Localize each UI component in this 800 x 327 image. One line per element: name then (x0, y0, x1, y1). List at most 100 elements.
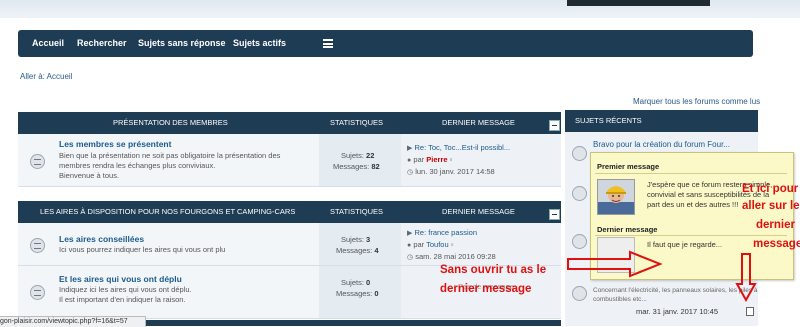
forum-description-line: membres rendra les échanges plus convivi… (59, 161, 216, 170)
topic-read-icon (572, 146, 587, 161)
topics-count: Sujets: 3 (341, 235, 370, 244)
avatar (597, 179, 635, 215)
forum-title[interactable]: Les membres se présentent (59, 139, 171, 149)
annotation-text: Sans ouvrir tu as le (440, 264, 547, 276)
by-label: par (413, 240, 425, 249)
topics-value: 22 (366, 151, 375, 160)
right-arrow-icon (567, 250, 663, 278)
annotation-text: dernier (756, 219, 795, 231)
divider (595, 235, 787, 236)
topics-label: Sujets: (341, 151, 364, 160)
menu-icon[interactable] (323, 39, 333, 48)
first-message-label: Premier message (597, 162, 660, 171)
stats-column-header: STATISTIQUES (330, 118, 384, 127)
down-arrow-icon (735, 253, 757, 302)
stats-cell (319, 223, 401, 265)
by-label: par (413, 155, 425, 164)
main-navbar: Accueil Rechercher Sujets sans réponse S… (18, 30, 753, 57)
stats-cell (319, 134, 401, 186)
last-post-author: ● par Pierre ▫ (407, 155, 452, 164)
forum-title[interactable]: Et les aires qui vous ont déplu (59, 274, 182, 284)
topics-label: Sujets: (341, 278, 364, 287)
messages-label: Messages: (336, 246, 373, 255)
nav-unanswered[interactable]: Sujets sans réponse (138, 30, 226, 57)
recent-topics-title: SUJETS RÉCENTS (575, 116, 642, 125)
post-icon: ▶ (407, 230, 413, 237)
last-post-date: ◷ lun. 30 janv. 2017 14:58 (407, 167, 495, 176)
user-icon: ● (407, 242, 412, 249)
annotation-text: message (753, 238, 800, 250)
annotation-text: Et ici pour (742, 183, 799, 195)
view-last-post-icon[interactable] (746, 307, 754, 316)
topics-value: 0 (366, 278, 371, 287)
messages-value: 4 (374, 246, 379, 255)
forum-row: Les aires conseillées Ici vous pourrez i… (18, 223, 561, 266)
stats-column-header: STATISTIQUES (330, 207, 384, 216)
last-post-title: ▶ Re: france passion (407, 228, 477, 237)
last-post-date-text: sam. 28 mai 2016 09:28 (415, 252, 496, 261)
recent-topic-excerpt: combustibles etc... (593, 296, 647, 303)
clock-icon: ◷ (407, 254, 414, 261)
breadcrumb[interactable]: Aller à: Accueil (20, 72, 72, 81)
last-post-link[interactable]: Re: france passion (414, 228, 477, 237)
messages-value: 82 (371, 162, 380, 171)
last-message-text: Il faut que je regarde... (647, 240, 723, 249)
forum-title[interactable]: Les aires conseillées (59, 234, 144, 244)
last-post-author: ● par Toufou ▫ (407, 240, 453, 249)
last-message-column-header: DERNIER MESSAGE (442, 118, 515, 127)
messages-value: 0 (374, 289, 379, 298)
nav-active-topics[interactable]: Sujets actifs (233, 30, 286, 57)
recent-topics-header: SUJETS RÉCENTS (565, 110, 758, 132)
category-title: LES AIRES À DISPOSITION POUR NOS FOURGON… (40, 207, 296, 216)
first-message-text: part des un et des autres !!! (647, 200, 739, 209)
messages-label: Messages: (336, 289, 373, 298)
category-header: LES AIRES À DISPOSITION POUR NOS FOURGON… (18, 201, 561, 223)
forum-description-line: Ici vous pourrez indiquer les aires qui … (59, 245, 226, 254)
last-message-column-header: DERNIER MESSAGE (442, 207, 515, 216)
messages-label: Messages: (333, 162, 370, 171)
nav-home[interactable]: Accueil (32, 30, 64, 57)
topic-read-icon (572, 286, 587, 301)
collapse-icon[interactable] (549, 120, 560, 131)
annotation-text: dernier message (440, 283, 532, 295)
forum-row: Les membres se présentent Bien que la pr… (18, 134, 561, 187)
topics-label: Sujets: (341, 235, 364, 244)
messages-count: Messages: 0 (336, 289, 379, 298)
forum-read-icon (30, 154, 45, 169)
messages-count: Messages: 82 (333, 162, 380, 171)
collapse-icon[interactable] (549, 209, 560, 220)
forum-read-icon (30, 238, 45, 253)
last-post-title: ▶ Re: Toc, Toc...Est-il possibl... (407, 143, 510, 152)
topics-count: Sujets: 0 (341, 278, 370, 287)
forum-description-line: Bienvenue à tous. (59, 171, 120, 180)
topic-read-icon (572, 186, 587, 201)
forum-description-line: Il est important d'en indiquer la raison… (59, 295, 186, 304)
view-post-icon[interactable]: ▫ (450, 155, 453, 164)
topics-count: Sujets: 22 (341, 151, 374, 160)
divider (595, 173, 787, 174)
browser-status-bar: gon-plaisir.com/viewtopic.php?f=16&t=57 (0, 316, 146, 327)
last-post-date-text: lun. 30 janv. 2017 14:58 (415, 167, 495, 176)
author-link[interactable]: Pierre (426, 155, 447, 164)
mark-all-read-link[interactable]: Marquer tous les forums comme lus (633, 97, 760, 106)
forum-description-line: Bien que la présentation ne soit pas obl… (59, 151, 281, 160)
category-header: PRÉSENTATION DES MEMBRES STATISTIQUES DE… (18, 112, 561, 134)
recent-topic-date: mar. 31 janv. 2017 10:45 (636, 307, 719, 316)
author-link[interactable]: Toufou (426, 240, 449, 249)
nav-search[interactable]: Rechercher (77, 30, 127, 57)
category-title: PRÉSENTATION DES MEMBRES (113, 118, 228, 127)
last-post-link[interactable]: Re: Toc, Toc...Est-il possibl... (414, 143, 510, 152)
view-post-icon[interactable]: ▫ (451, 240, 454, 249)
forum-read-icon (30, 285, 45, 300)
topics-value: 3 (366, 235, 371, 244)
last-message-label: Dernier message (597, 225, 658, 234)
recent-topic-excerpt: Concernant l'électricité, les panneaux s… (593, 287, 758, 294)
last-post-date: ◷ sam. 28 mai 2016 09:28 (407, 252, 496, 261)
forum-description-line: Indiquez ici les aires qui vous ont dépl… (59, 285, 192, 294)
messages-count: Messages: 4 (336, 246, 379, 255)
post-icon: ▶ (407, 145, 413, 152)
avatar-image (598, 180, 634, 214)
recent-topic-link[interactable]: Bravo pour la création du forum Four... (593, 140, 730, 149)
topic-read-icon (572, 234, 587, 249)
annotation-text: aller sur le (742, 200, 800, 212)
